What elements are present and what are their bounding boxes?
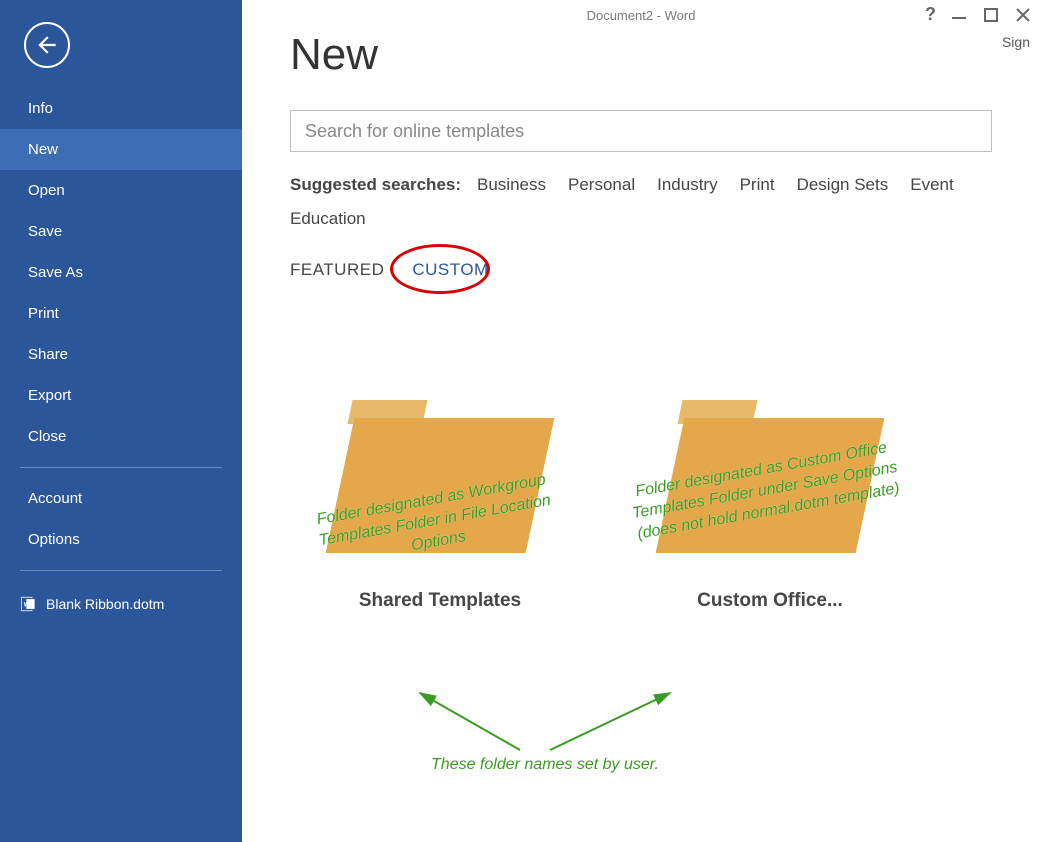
folder-label: Shared Templates xyxy=(359,590,521,612)
sidebar-item-close[interactable]: Close xyxy=(0,416,242,457)
suggested-term[interactable]: Education xyxy=(290,202,366,236)
recent-template-item[interactable]: W Blank Ribbon.dotm xyxy=(20,595,222,613)
sidebar-item-open[interactable]: Open xyxy=(0,170,242,211)
sidebar-item-account[interactable]: Account xyxy=(0,478,242,519)
recent-template-label: Blank Ribbon.dotm xyxy=(46,596,164,612)
suggested-term[interactable]: Personal xyxy=(568,168,635,202)
main-content: Document2 - Word ? Sign New Suggested se… xyxy=(242,0,1040,842)
minimize-icon[interactable] xyxy=(950,6,968,24)
sidebar-item-label: Options xyxy=(28,531,80,548)
suggested-term[interactable]: Industry xyxy=(657,168,717,202)
sidebar-item-label: Open xyxy=(28,182,65,199)
sidebar-item-label: New xyxy=(28,141,58,158)
sidebar-item-print[interactable]: Print xyxy=(0,293,242,334)
sidebar-item-label: Share xyxy=(28,346,68,363)
sidebar-item-share[interactable]: Share xyxy=(0,334,242,375)
backstage-sidebar: Info New Open Save Save As Print Share E… xyxy=(0,0,242,842)
tab-custom[interactable]: CUSTOM xyxy=(412,260,488,280)
suggested-term[interactable]: Event xyxy=(910,168,953,202)
svg-text:W: W xyxy=(24,602,30,608)
folder-icon xyxy=(340,400,540,560)
template-folder-custom-office[interactable]: Custom Office... xyxy=(660,400,880,612)
suggested-term[interactable]: Business xyxy=(477,168,546,202)
window-title: Document2 - Word xyxy=(587,8,696,23)
close-icon[interactable] xyxy=(1014,6,1032,24)
sidebar-item-save[interactable]: Save xyxy=(0,211,242,252)
sign-in-link[interactable]: Sign xyxy=(1002,34,1030,50)
folder-label: Custom Office... xyxy=(697,590,843,612)
sidebar-item-label: Export xyxy=(28,387,71,404)
template-search-input[interactable] xyxy=(290,110,992,152)
sidebar-item-export[interactable]: Export xyxy=(0,375,242,416)
sidebar-item-save-as[interactable]: Save As xyxy=(0,252,242,293)
sidebar-item-label: Account xyxy=(28,490,82,507)
suggested-term[interactable]: Print xyxy=(740,168,775,202)
suggested-label: Suggested searches: xyxy=(290,168,461,202)
sidebar-separator xyxy=(20,570,222,571)
suggested-term[interactable]: Design Sets xyxy=(797,168,889,202)
sidebar-item-label: Print xyxy=(28,305,59,322)
tab-featured[interactable]: FEATURED xyxy=(290,260,384,280)
sidebar-item-new[interactable]: New xyxy=(0,129,242,170)
sidebar-item-label: Info xyxy=(28,100,53,117)
sidebar-item-label: Save xyxy=(28,223,62,240)
sidebar-item-label: Save As xyxy=(28,264,83,281)
sidebar-item-label: Close xyxy=(28,428,66,445)
back-button[interactable] xyxy=(24,22,70,68)
page-title: New xyxy=(290,30,992,80)
sidebar-separator xyxy=(20,467,222,468)
sidebar-item-options[interactable]: Options xyxy=(0,519,242,560)
help-icon[interactable]: ? xyxy=(925,4,936,25)
word-doc-icon: W xyxy=(20,595,38,613)
suggested-searches: Suggested searches: Business Personal In… xyxy=(290,168,992,236)
template-folder-shared[interactable]: Shared Templates xyxy=(330,400,550,612)
back-arrow-icon xyxy=(34,32,60,58)
folder-icon xyxy=(670,400,870,560)
sidebar-item-info[interactable]: Info xyxy=(0,88,242,129)
restore-icon[interactable] xyxy=(982,6,1000,24)
